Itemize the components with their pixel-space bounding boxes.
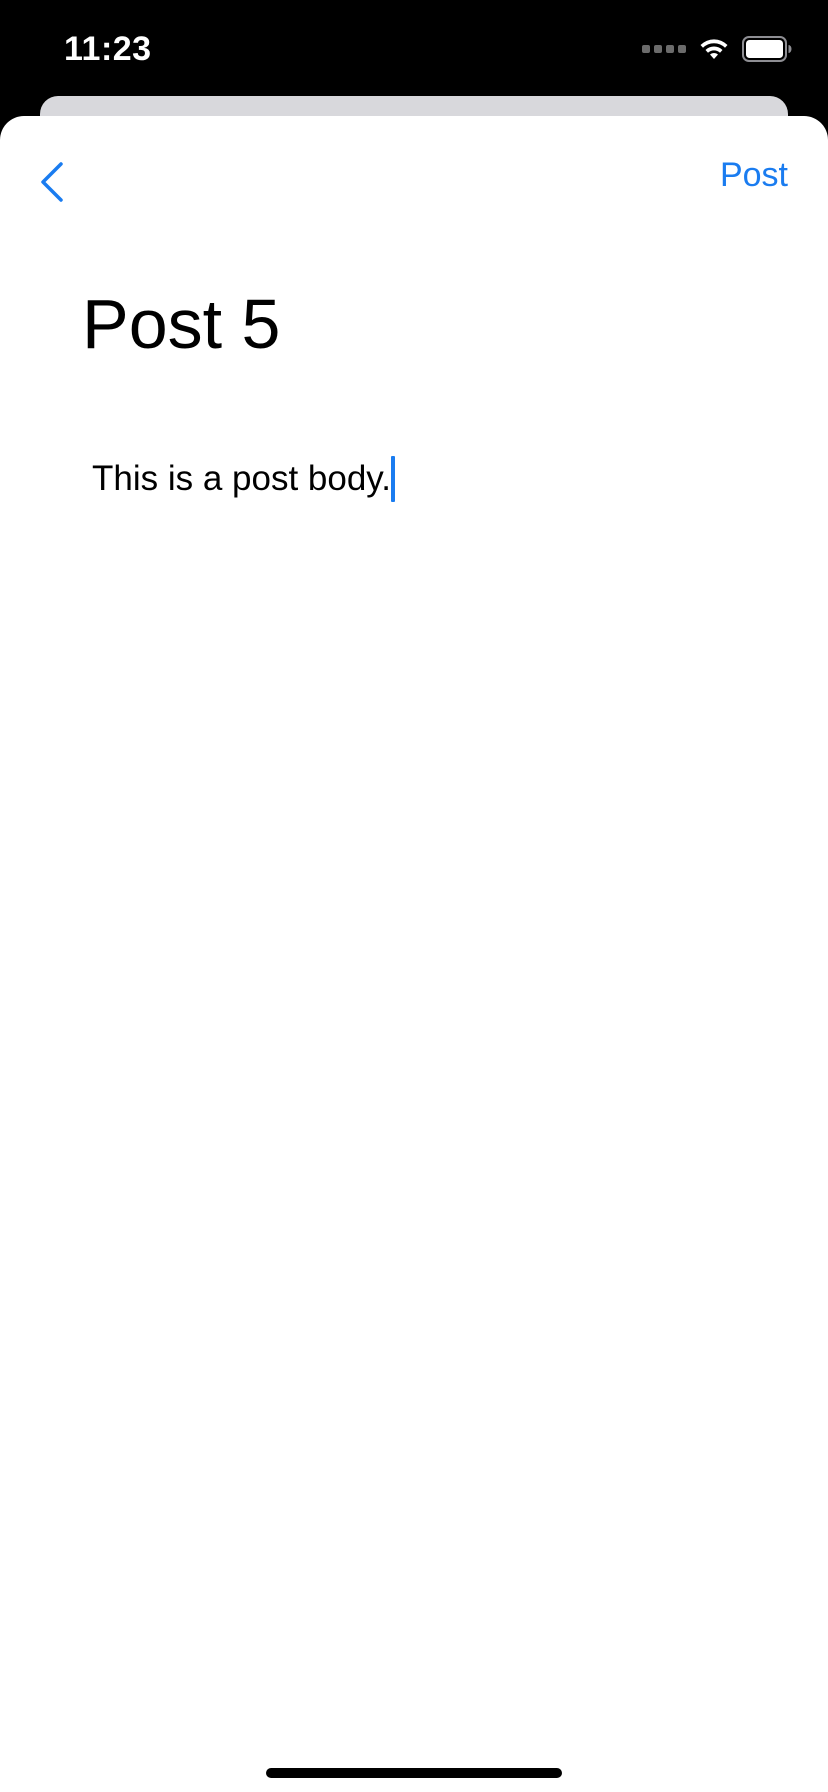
- compose-sheet: Post Post 5 This is a post body.: [0, 116, 828, 1792]
- status-bar: 11:23: [0, 0, 828, 96]
- home-indicator[interactable]: [266, 1768, 562, 1778]
- signal-icon: [642, 45, 686, 53]
- back-button[interactable]: [30, 152, 74, 212]
- wifi-icon: [700, 39, 728, 59]
- status-time: 11:23: [64, 30, 152, 68]
- battery-icon: [742, 36, 792, 62]
- chevron-left-icon: [41, 162, 63, 202]
- post-body-field[interactable]: This is a post body.: [92, 456, 692, 502]
- post-title-field[interactable]: Post 5: [82, 284, 280, 364]
- text-cursor: [390, 456, 395, 502]
- post-body-text: This is a post body.: [92, 459, 391, 498]
- post-button[interactable]: Post: [720, 156, 788, 195]
- status-icons: [642, 34, 792, 64]
